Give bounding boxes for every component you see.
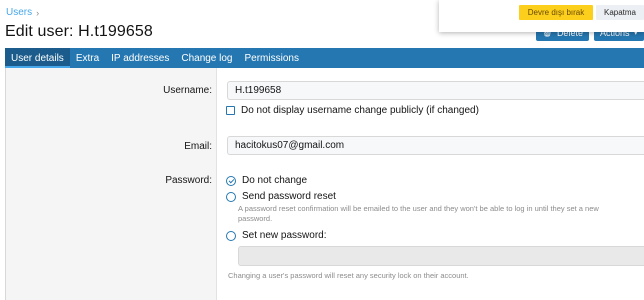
page-title: Edit user: H.t199658	[5, 23, 153, 40]
password-label: Password:	[165, 175, 212, 186]
password-option-send-reset[interactable]: Send password reset	[226, 191, 336, 202]
set-new-radio[interactable]	[226, 230, 236, 241]
tab-ip-addresses[interactable]: IP addresses	[105, 48, 175, 68]
breadcrumb: Users ›	[6, 7, 39, 18]
tab-user-details[interactable]: User details	[5, 48, 70, 68]
hide-username-change-checkbox[interactable]	[226, 106, 235, 115]
send-reset-hint: A password reset confirmation will be em…	[238, 204, 599, 224]
close-notice-button[interactable]: Kapatma	[596, 5, 644, 20]
send-reset-radio[interactable]	[226, 191, 236, 202]
set-new-label: Set new password:	[242, 230, 327, 241]
username-label: Username:	[163, 85, 212, 96]
tab-extra[interactable]: Extra	[70, 48, 105, 68]
new-password-input[interactable]	[238, 246, 644, 266]
send-reset-hint-line-1: A password reset confirmation will be em…	[238, 204, 599, 213]
tab-permissions[interactable]: Permissions	[239, 48, 305, 68]
no-change-label: Do not change	[242, 175, 308, 186]
breadcrumb-users-link[interactable]: Users	[6, 7, 32, 18]
user-details-form: Username: H.t199658 Do not display usern…	[5, 68, 644, 300]
send-reset-label: Send password reset	[242, 191, 336, 202]
tab-bar: User details Extra IP addresses Change l…	[5, 48, 644, 68]
notice-popup: Devre dışı bırak Kapatma	[439, 0, 644, 32]
hide-username-change-label: Do not display username change publicly …	[241, 105, 479, 116]
hide-username-change-row[interactable]: Do not display username change publicly …	[226, 105, 479, 116]
breadcrumb-separator: ›	[36, 7, 40, 18]
password-option-no-change[interactable]: Do not change	[226, 175, 307, 186]
username-input[interactable]: H.t199658	[227, 81, 644, 100]
no-change-radio[interactable]	[226, 175, 236, 186]
email-label: Email:	[184, 141, 212, 152]
tab-change-log[interactable]: Change log	[175, 48, 238, 68]
send-reset-hint-line-2: password.	[238, 214, 273, 223]
password-option-set-new[interactable]: Set new password:	[226, 230, 327, 241]
security-lock-note: Changing a user's password will reset an…	[228, 271, 469, 280]
email-input[interactable]: hacitokus07@gmail.com	[227, 136, 644, 155]
disable-button[interactable]: Devre dışı bırak	[519, 5, 593, 20]
